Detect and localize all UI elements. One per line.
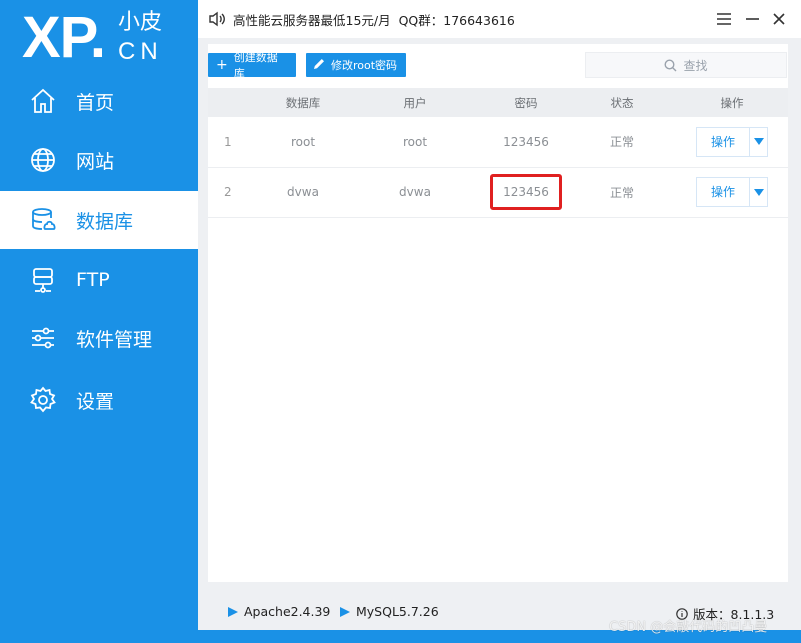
ftp-server-icon [27, 264, 59, 296]
minimize-icon[interactable] [742, 9, 762, 29]
pencil-icon [314, 57, 325, 73]
database-panel: + 创建数据库 修改root密码 查找 数据库 用户 密码 状态 操作 1 ro… [208, 44, 788, 582]
play-icon [228, 606, 238, 617]
table-row: 1 root root 123456 正常 操作 [208, 117, 788, 168]
close-icon[interactable] [769, 9, 789, 29]
action-dropdown: 操作 [696, 126, 768, 157]
sidebar-item-label: 设置 [76, 390, 115, 413]
status-text: 正常 [568, 167, 676, 218]
sidebar-item-software[interactable]: 软件管理 [0, 309, 198, 367]
status-text: 正常 [568, 117, 676, 168]
column-header-action: 操作 [676, 88, 788, 117]
watermark-text: CSDN @会敲代码的凹凸曼 [609, 620, 768, 635]
create-database-button[interactable]: + 创建数据库 [208, 51, 296, 80]
plus-icon: + [216, 57, 228, 73]
sliders-icon [27, 322, 59, 354]
sidebar-item-label: FTP [76, 269, 110, 291]
speaker-icon [209, 11, 225, 27]
search-input[interactable]: 查找 [585, 52, 787, 78]
sidebar-item-label: 数据库 [76, 210, 134, 233]
action-button[interactable]: 操作 [697, 127, 749, 156]
sidebar-item-settings[interactable]: 设置 [0, 371, 198, 429]
notice-text: 高性能云服务器最低15元/月 QQ群：176643616 [233, 12, 515, 28]
search-placeholder: 查找 [683, 58, 708, 73]
action-button[interactable]: 操作 [697, 178, 749, 206]
column-header-status: 状态 [568, 88, 676, 117]
column-header-number [208, 88, 260, 117]
database-name: dvwa [260, 167, 346, 218]
sidebar-item-ftp[interactable]: FTP [0, 251, 198, 309]
chevron-down-icon[interactable] [749, 127, 767, 156]
row-number: 2 [208, 167, 260, 218]
sidebar-item-label: 软件管理 [76, 328, 153, 351]
table-row: 2 dvwa dvwa 123456 正常 操作 [208, 167, 788, 218]
sidebar-item-label: 网站 [76, 150, 115, 173]
play-icon [340, 606, 350, 617]
column-header-user: 用户 [346, 88, 484, 117]
gear-icon [27, 384, 59, 416]
database-password-cell: 123456 [484, 167, 568, 218]
database-table: 数据库 用户 密码 状态 操作 1 root root 123456 正常 操作 [208, 88, 788, 218]
globe-icon [27, 144, 59, 176]
search-icon [664, 58, 677, 71]
row-number: 1 [208, 117, 260, 168]
database-name: root [260, 117, 346, 168]
database-password: 123456 [490, 174, 562, 210]
title-bar: 高性能云服务器最低15元/月 QQ群：176643616 [198, 0, 801, 38]
column-header-password: 密码 [484, 88, 568, 117]
logo-mark: XP. [22, 5, 106, 70]
menu-icon[interactable] [714, 9, 734, 29]
action-dropdown: 操作 [696, 177, 768, 207]
logo-bottom-text: CN [118, 38, 163, 65]
sidebar-item-home[interactable]: 首页 [0, 72, 198, 130]
action-cell: 操作 [676, 117, 788, 168]
column-header-database: 数据库 [260, 88, 346, 117]
sidebar: XP. 小皮 CN 首页 网站 数据库 FTP 软件管理 设置 [0, 0, 198, 643]
sidebar-item-website[interactable]: 网站 [0, 131, 198, 189]
app-logo: XP. 小皮 CN [22, 6, 192, 70]
mysql-service[interactable]: MySQL5.7.26 [340, 604, 439, 619]
home-icon [27, 85, 59, 117]
apache-service[interactable]: Apache2.4.39 [228, 604, 330, 619]
sidebar-item-label: 首页 [76, 91, 115, 114]
database-icon [27, 204, 59, 236]
chevron-down-icon[interactable] [749, 178, 767, 206]
action-cell: 操作 [676, 167, 788, 218]
database-user: dvwa [346, 167, 484, 218]
database-user: root [346, 117, 484, 168]
table-header-row: 数据库 用户 密码 状态 操作 [208, 88, 788, 117]
main-area: 高性能云服务器最低15元/月 QQ群：176643616 + 创建数据库 修改r… [198, 0, 801, 643]
change-root-password-button[interactable]: 修改root密码 [306, 53, 406, 77]
logo-top-text: 小皮 [118, 10, 163, 35]
database-password: 123456 [484, 117, 568, 168]
sidebar-item-database[interactable]: 数据库 [0, 191, 198, 249]
